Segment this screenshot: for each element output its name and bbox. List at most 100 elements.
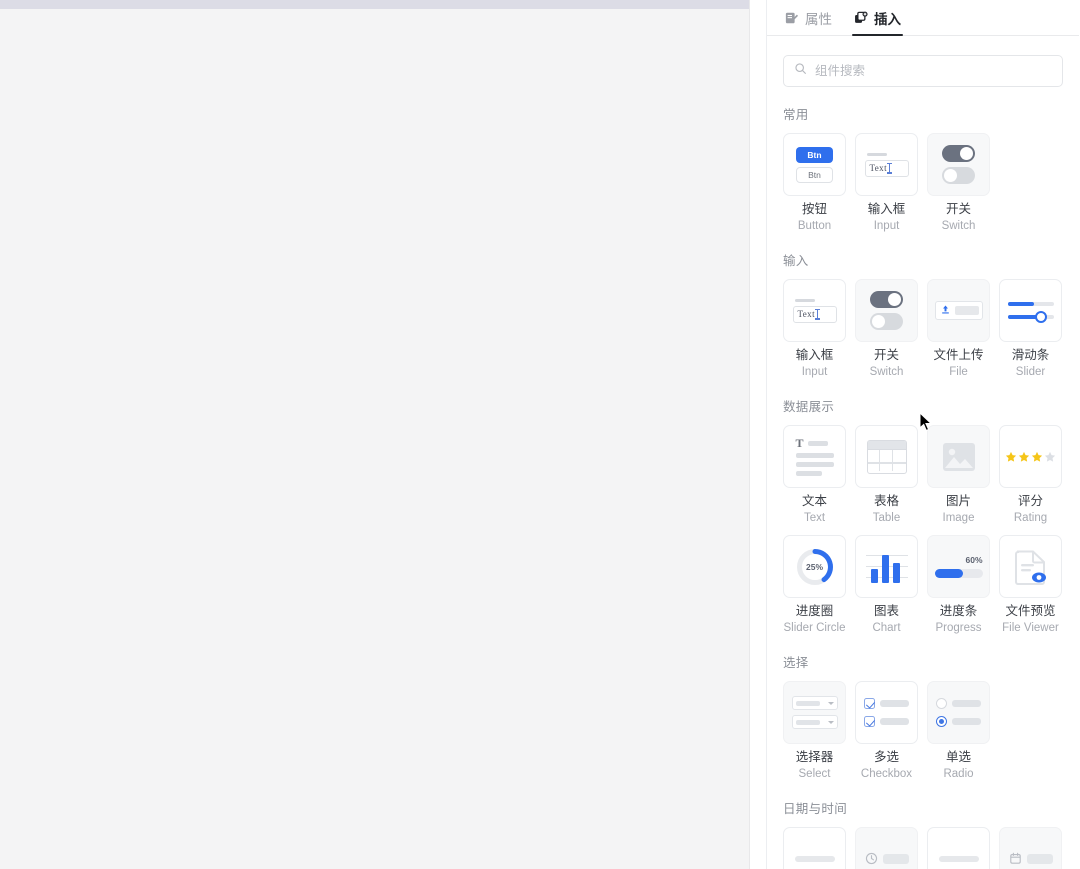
component-progress-circle[interactable]: 25% 进度圈 Slider Circle: [783, 535, 846, 635]
section-input-title: 输入: [783, 254, 809, 268]
section-selection-title: 选择: [783, 656, 809, 670]
checkbox-preview-icon: [855, 681, 918, 744]
component-label-en: Switch: [941, 219, 976, 232]
button-secondary-sample: Btn: [796, 166, 833, 183]
app-root: 属性 插入 组件搜索 常用 Btn Btn 按钮 Button Text 输入框…: [0, 0, 1080, 869]
input-preview-icon: Text: [855, 133, 918, 196]
component-label-en: Rating: [1013, 511, 1048, 524]
component-label-cn: 文件上传: [933, 348, 984, 362]
tab-properties-label: 属性: [805, 11, 832, 27]
section-date-time: 日期与时间: [783, 798, 1063, 869]
section-common-title: 常用: [783, 108, 809, 122]
layers-plus-icon: [854, 11, 868, 25]
component-slider[interactable]: 滑动条 Slider: [999, 279, 1062, 379]
component-label-cn: 开关: [945, 202, 971, 216]
component-label-cn: 表格: [873, 494, 899, 508]
component-label-cn: 文件预览: [1005, 604, 1056, 618]
section-date-time-grid: [783, 827, 1063, 869]
component-switch[interactable]: 开关 Switch: [855, 279, 918, 379]
component-label-en: Chart: [872, 621, 901, 634]
panel-tabbar: 属性 插入: [767, 0, 1079, 36]
component-input[interactable]: Text 输入框 Input: [855, 133, 918, 233]
search-icon: [794, 62, 807, 80]
component-rating[interactable]: 评分 Rating: [999, 425, 1062, 525]
tab-insert[interactable]: 插入: [852, 0, 903, 36]
chart-preview-icon: [855, 535, 918, 598]
input-preview-icon: Text: [783, 279, 846, 342]
component-date-blank[interactable]: [783, 827, 846, 869]
component-select[interactable]: 选择器 Select: [783, 681, 846, 781]
component-label-en: Button: [797, 219, 832, 232]
component-switch[interactable]: 开关 Switch: [927, 133, 990, 233]
component-label-cn: 按钮: [801, 202, 827, 216]
table-preview-icon: [855, 425, 918, 488]
form-edit-icon: [785, 11, 799, 25]
slider-preview-icon: [999, 279, 1062, 342]
component-progress-bar[interactable]: 60% 进度条 Progress: [927, 535, 990, 635]
calendar-preview-icon: [999, 827, 1062, 869]
component-table[interactable]: 表格 Table: [855, 425, 918, 525]
component-label-cn: 评分: [1017, 494, 1043, 508]
component-label-en: Input: [801, 365, 828, 378]
search-input[interactable]: [815, 64, 1052, 78]
section-input: 输入 Text 输入框 Input 开关 Switch 文件上传 File 滑动…: [783, 250, 1063, 379]
component-image[interactable]: 图片 Image: [927, 425, 990, 525]
component-time-picker[interactable]: [855, 827, 918, 869]
radio-preview-icon: [927, 681, 990, 744]
component-label-cn: 单选: [945, 750, 971, 764]
rating-preview-icon: [999, 425, 1062, 488]
component-checkbox[interactable]: 多选 Checkbox: [855, 681, 918, 781]
component-label-en: Radio: [943, 767, 974, 780]
canvas-panel-gutter: [750, 0, 767, 869]
section-common-grid: Btn Btn 按钮 Button Text 输入框 Input 开关 Swit…: [783, 133, 1063, 233]
input-sample-text: Text: [797, 309, 815, 319]
progress-bar-percent: 60%: [965, 555, 983, 565]
progress-circle-preview-icon: 25%: [783, 535, 846, 598]
select-preview-icon: [783, 681, 846, 744]
component-label-cn: 图片: [945, 494, 971, 508]
progress-bar-preview-icon: 60%: [927, 535, 990, 598]
component-label-cn: 进度圈: [795, 604, 834, 618]
component-label-en: Input: [873, 219, 900, 232]
component-calendar[interactable]: [999, 827, 1062, 869]
component-text[interactable]: T 文本 Text: [783, 425, 846, 525]
component-input[interactable]: Text 输入框 Input: [783, 279, 846, 379]
switch-preview-icon: [855, 279, 918, 342]
switch-preview-icon: [927, 133, 990, 196]
component-label-en: Image: [942, 511, 975, 524]
component-file-upload[interactable]: 文件上传 File: [927, 279, 990, 379]
component-chart[interactable]: 图表 Chart: [855, 535, 918, 635]
image-preview-icon: [927, 425, 990, 488]
section-data-display: 数据展示 T 文本 Text 表格 Table 图片 Image 评分 Rati…: [783, 396, 1063, 635]
text-preview-icon: T: [783, 425, 846, 488]
section-common: 常用 Btn Btn 按钮 Button Text 输入框 Input 开关 S…: [783, 104, 1063, 233]
component-label-en: Text: [803, 511, 826, 524]
progress-circle-percent: 25%: [805, 561, 823, 572]
component-file-viewer[interactable]: 文件预览 File Viewer: [999, 535, 1062, 635]
component-label-en: Checkbox: [860, 767, 913, 780]
component-label-en: Switch: [869, 365, 904, 378]
section-date-time-title: 日期与时间: [783, 802, 848, 816]
component-label-en: Slider Circle: [783, 621, 846, 634]
design-canvas[interactable]: [0, 0, 750, 869]
component-button[interactable]: Btn Btn 按钮 Button: [783, 133, 846, 233]
panel-scroll-body: 常用 Btn Btn 按钮 Button: [767, 36, 1079, 869]
search-wrapper: [783, 36, 1063, 87]
component-radio[interactable]: 单选 Radio: [927, 681, 990, 781]
component-label-en: File Viewer: [1002, 621, 1059, 634]
component-label-cn: 开关: [873, 348, 899, 362]
canvas-top-band: [0, 0, 749, 9]
tab-insert-label: 插入: [874, 11, 901, 27]
tab-properties[interactable]: 属性: [783, 0, 834, 35]
component-date-blank2[interactable]: [927, 827, 990, 869]
component-label-cn: 多选: [873, 750, 899, 764]
date-blank2-preview-icon: [927, 827, 990, 869]
component-label-cn: 滑动条: [1011, 348, 1050, 362]
button-primary-sample: Btn: [796, 146, 833, 163]
section-data-display-title: 数据展示: [783, 400, 835, 414]
input-sample-text: Text: [869, 163, 887, 173]
component-search-box[interactable]: [783, 55, 1063, 87]
component-label-cn: 进度条: [939, 604, 978, 618]
right-side-panel: 属性 插入 组件搜索 常用 Btn Btn 按钮 Button Text 输入框…: [767, 0, 1079, 869]
date-blank-preview-icon: [783, 827, 846, 869]
